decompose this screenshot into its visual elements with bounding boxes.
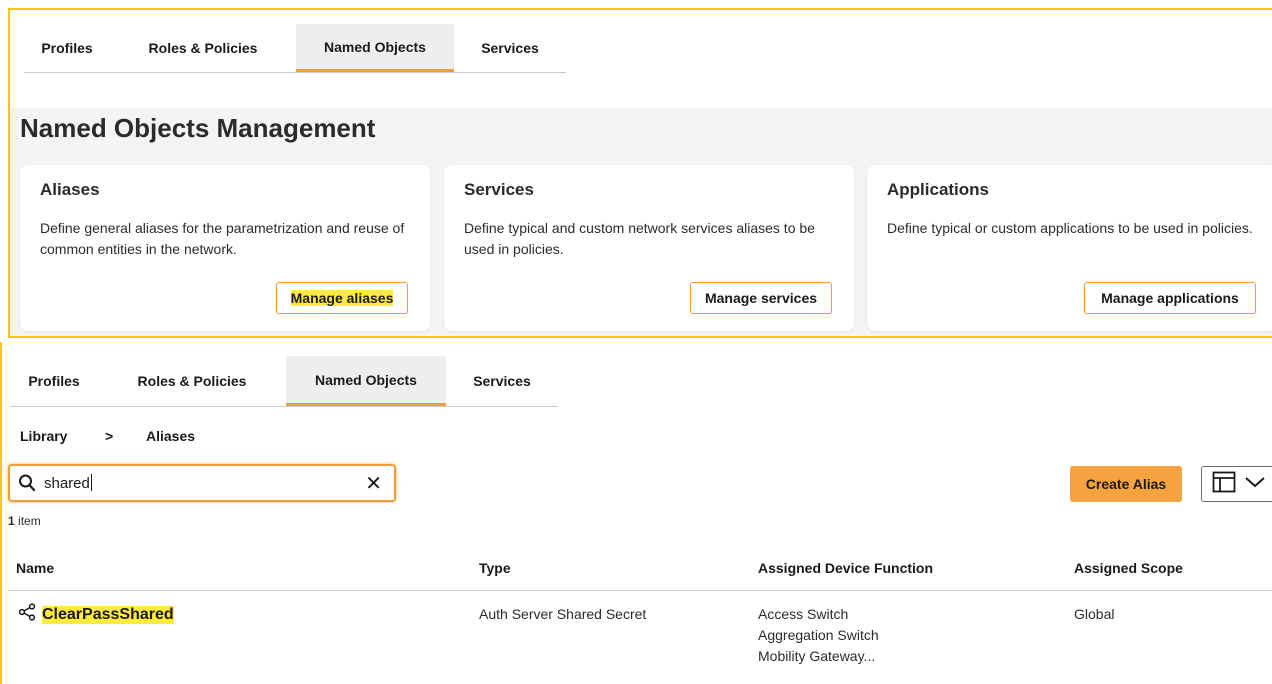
share-icon bbox=[18, 603, 36, 626]
tab-named-objects[interactable]: Named Objects bbox=[286, 356, 446, 406]
alias-device-functions: Access Switch Aggregation Switch Mobilit… bbox=[758, 606, 879, 664]
tab-services[interactable]: Services bbox=[454, 24, 566, 72]
card-title: Applications bbox=[887, 180, 990, 199]
manage-applications-button[interactable]: Manage applications bbox=[1084, 282, 1256, 314]
applications-card: Applications Define typical or custom ap… bbox=[867, 165, 1272, 331]
tab-roles-policies[interactable]: Roles & Policies bbox=[110, 24, 296, 72]
chevron-down-icon bbox=[1244, 475, 1266, 494]
column-header-type[interactable]: Type bbox=[479, 560, 511, 576]
card-description: Define typical or custom applications to… bbox=[887, 220, 1253, 236]
search-icon bbox=[18, 473, 36, 498]
tab-roles-policies[interactable]: Roles & Policies bbox=[98, 356, 286, 406]
named-objects-management-panel: Profiles Roles & Policies Named Objects … bbox=[8, 8, 1272, 338]
alias-type: Auth Server Shared Secret bbox=[479, 606, 647, 622]
page-title: Named Objects Management bbox=[20, 113, 376, 143]
column-header-scope[interactable]: Assigned Scope bbox=[1074, 560, 1183, 576]
tab-bar: Profiles Roles & Policies Named Objects … bbox=[10, 356, 558, 407]
tab-named-objects[interactable]: Named Objects bbox=[296, 24, 454, 72]
card-description: Define general aliases for the parametri… bbox=[40, 220, 405, 257]
breadcrumb-library-link[interactable]: Library bbox=[20, 428, 67, 444]
manage-services-button[interactable]: Manage services bbox=[690, 282, 832, 314]
header-divider bbox=[8, 590, 1272, 591]
column-header-device-function[interactable]: Assigned Device Function bbox=[758, 560, 933, 576]
search-input[interactable]: shared ✕ bbox=[8, 464, 396, 502]
services-card: Services Define typical and custom netwo… bbox=[444, 165, 854, 331]
tab-services[interactable]: Services bbox=[446, 356, 558, 406]
button-label: Manage services bbox=[704, 290, 818, 306]
search-value: shared bbox=[44, 475, 90, 492]
column-header-name[interactable]: Name bbox=[16, 560, 54, 576]
card-description: Define typical and custom network servic… bbox=[464, 220, 815, 257]
tab-profiles[interactable]: Profiles bbox=[10, 356, 98, 406]
button-label: Manage aliases bbox=[290, 290, 394, 306]
card-title: Services bbox=[464, 180, 534, 199]
breadcrumb-separator: > bbox=[105, 428, 114, 444]
aliases-library-panel: Profiles Roles & Policies Named Objects … bbox=[0, 342, 1272, 684]
result-count: 1 item bbox=[8, 514, 41, 528]
card-title: Aliases bbox=[40, 180, 100, 199]
close-icon[interactable]: ✕ bbox=[365, 471, 382, 496]
manage-aliases-button[interactable]: Manage aliases bbox=[276, 282, 408, 314]
tab-profiles[interactable]: Profiles bbox=[24, 24, 110, 72]
alias-name-link[interactable]: ClearPassShared bbox=[42, 605, 174, 624]
tab-bar: Profiles Roles & Policies Named Objects … bbox=[24, 24, 566, 73]
alias-scope: Global bbox=[1074, 606, 1115, 622]
breadcrumb-current: Aliases bbox=[146, 428, 196, 444]
aliases-card: Aliases Define general aliases for the p… bbox=[20, 165, 430, 331]
button-label: Manage applications bbox=[1101, 290, 1239, 306]
table-layout-icon bbox=[1212, 471, 1236, 498]
create-alias-button[interactable]: Create Alias bbox=[1070, 466, 1182, 502]
column-view-toggle[interactable] bbox=[1201, 466, 1272, 502]
